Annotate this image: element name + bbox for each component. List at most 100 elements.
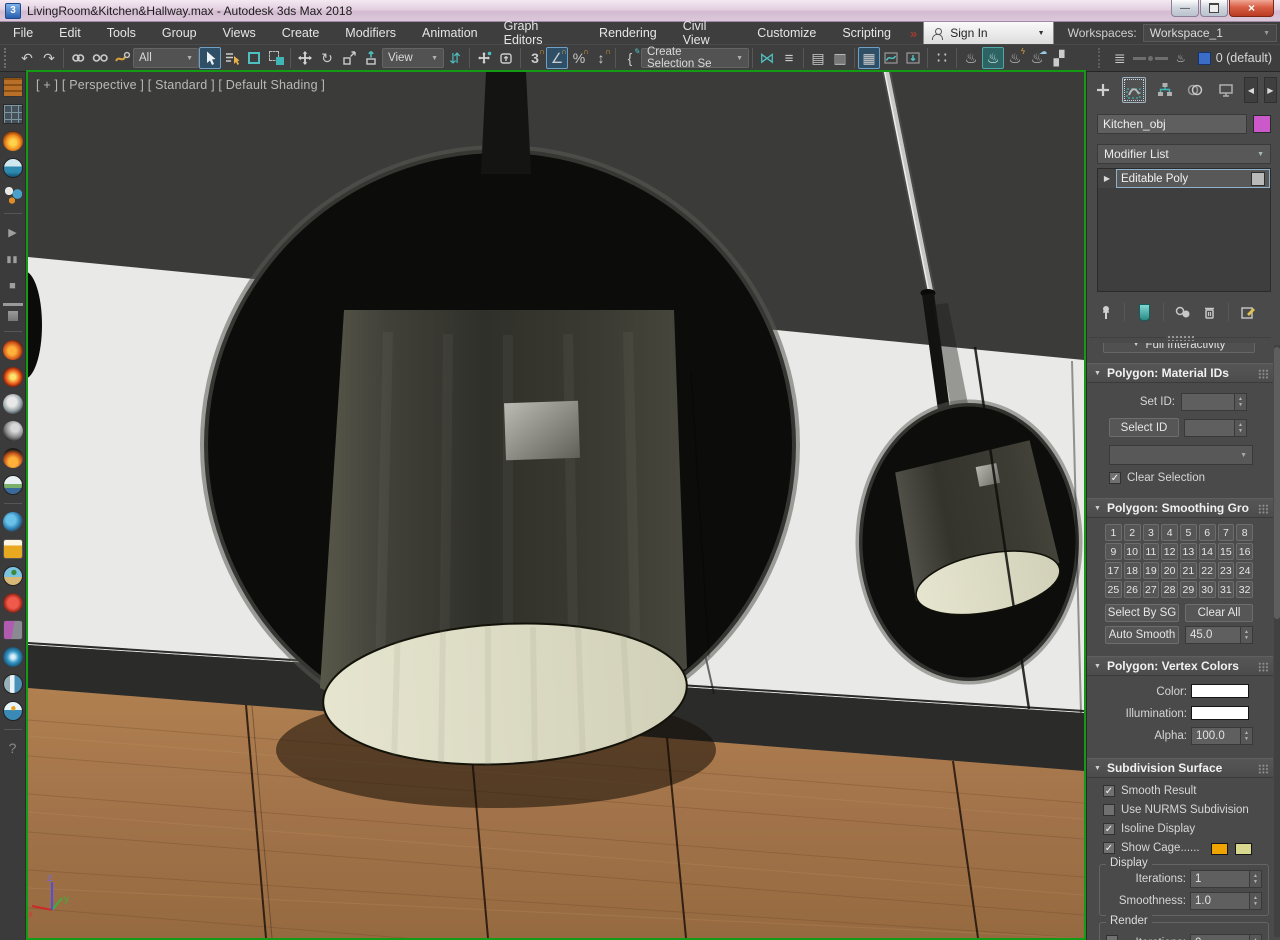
smoothing-group-button[interactable]: 6 <box>1199 524 1216 541</box>
rollout-grip-icon[interactable] <box>1258 369 1269 379</box>
menu-item[interactable]: File <box>0 22 46 44</box>
smoothing-group-button[interactable]: 13 <box>1180 543 1197 560</box>
modifier-toggle-icon[interactable] <box>1251 172 1265 186</box>
rollout-grip-icon[interactable] <box>1258 764 1269 774</box>
modifier-list-dropdown[interactable]: Modifier List ▼ <box>1097 144 1271 164</box>
smoothing-group-button[interactable]: 1 <box>1105 524 1122 541</box>
viewport-perspective[interactable]: x y z [ + ] [ Perspective ] [ Standard ]… <box>26 70 1086 940</box>
layer-explorer-icon[interactable]: ▥ <box>829 47 851 69</box>
layers-stack-icon[interactable]: ≣ <box>1109 47 1131 69</box>
smoothing-group-button[interactable]: 28 <box>1161 581 1178 598</box>
smoothing-group-button[interactable]: 8 <box>1236 524 1253 541</box>
select-manipulate-icon[interactable] <box>473 47 495 69</box>
smoothing-group-button[interactable]: 9 <box>1105 543 1122 560</box>
select-id-button[interactable]: Select ID <box>1109 418 1179 437</box>
tab-hierarchy[interactable] <box>1152 77 1177 103</box>
schematic-view-icon[interactable] <box>902 47 924 69</box>
menu-item[interactable]: Rendering <box>586 22 670 44</box>
spinner-snap-icon[interactable]: ↕∩ <box>590 47 612 69</box>
smoothing-group-button[interactable]: 29 <box>1180 581 1197 598</box>
show-cage-checkbox[interactable]: ✓ Show Cage...... <box>1103 842 1200 854</box>
isoline-display-checkbox[interactable]: ✓ Isoline Display <box>1103 823 1195 835</box>
select-move-icon[interactable] <box>294 47 316 69</box>
smoothing-group-button[interactable]: 32 <box>1236 581 1253 598</box>
scene-explorer-icon[interactable]: ▤ <box>807 47 829 69</box>
smoothness-spinner[interactable]: 1.0 ▲▼ <box>1190 892 1262 910</box>
tabs-scroll-left[interactable]: ◀ <box>1244 77 1257 103</box>
tab-motion[interactable] <box>1183 77 1208 103</box>
smoothing-group-button[interactable]: 16 <box>1236 543 1253 560</box>
clear-selection-checkbox[interactable]: ✓ Clear Selection <box>1109 472 1205 484</box>
menu-item[interactable]: Tools <box>94 22 149 44</box>
smoothing-group-button[interactable]: 31 <box>1218 581 1235 598</box>
sign-in-button[interactable]: Sign In ▼ <box>923 22 1053 44</box>
fire-preset-icon[interactable] <box>3 340 23 360</box>
rollout-grip-icon[interactable] <box>1258 504 1269 514</box>
smoothing-group-button[interactable]: 11 <box>1143 543 1160 560</box>
render-setup-icon[interactable]: ♨ <box>960 47 982 69</box>
make-unique-icon[interactable] <box>1173 302 1193 322</box>
tab-modify[interactable] <box>1122 77 1147 103</box>
grid-window-icon[interactable] <box>3 104 23 124</box>
clouds-preset-icon[interactable] <box>3 475 23 495</box>
reference-coordinate-dropdown[interactable]: View ▼ <box>382 48 444 68</box>
pin-stack-icon[interactable] <box>1095 302 1115 322</box>
explosion-preset-icon[interactable] <box>3 367 23 387</box>
duck-preset-icon[interactable] <box>3 701 23 721</box>
angle-snap-icon[interactable]: ∠∩ <box>546 47 568 69</box>
keyboard-override-icon[interactable] <box>495 47 517 69</box>
selection-filter-dropdown[interactable]: All ▼ <box>133 48 199 68</box>
select-scale-icon[interactable] <box>338 47 360 69</box>
clear-all-button[interactable]: Clear All <box>1185 604 1253 622</box>
smoothing-group-button[interactable]: 30 <box>1199 581 1216 598</box>
illumination-swatch[interactable] <box>1191 706 1249 720</box>
delete-sim-icon[interactable] <box>3 303 23 323</box>
object-name-field[interactable]: Kitchen_obj <box>1097 114 1247 134</box>
smoothing-group-button[interactable]: 20 <box>1161 562 1178 579</box>
render-iterations-spinner[interactable]: 0 ▲▼ <box>1190 934 1262 940</box>
menu-item[interactable]: Graph Editors <box>491 22 586 44</box>
named-selection-set-dropdown[interactable]: Create Selection Se ▼ <box>641 48 749 68</box>
bind-spacewarp-icon[interactable] <box>111 47 133 69</box>
smoothing-group-button[interactable]: 12 <box>1161 543 1178 560</box>
undo-icon[interactable]: ↶ <box>16 47 38 69</box>
expand-arrow-icon[interactable]: ▶ <box>1098 169 1116 188</box>
rollout-subdivision-surface[interactable]: ▼ Subdivision Surface <box>1087 758 1273 778</box>
edit-named-sets-icon[interactable]: {✎ <box>619 47 641 69</box>
wisp-preset-icon[interactable] <box>3 421 23 441</box>
render-production-icon[interactable]: ♨ϟ <box>1004 47 1026 69</box>
workspace-dropdown[interactable]: Workspace_1 ▼ <box>1143 24 1277 42</box>
smoothing-group-button[interactable]: 4 <box>1161 524 1178 541</box>
island-preset-icon[interactable] <box>3 566 23 586</box>
smoothing-group-button[interactable]: 24 <box>1236 562 1253 579</box>
percent-snap-icon[interactable]: %∩ <box>568 47 590 69</box>
smoothing-group-button[interactable]: 7 <box>1218 524 1235 541</box>
panel-splitter[interactable] <box>1089 337 1271 338</box>
splash-preset-icon[interactable] <box>3 512 23 532</box>
menu-item[interactable]: Edit <box>46 22 94 44</box>
shader-color-swatch[interactable] <box>1198 52 1211 65</box>
waterfall-preset-icon[interactable] <box>3 674 23 694</box>
play-sim-icon[interactable]: ▶ <box>3 222 23 242</box>
smoothing-group-button[interactable]: 25 <box>1105 581 1122 598</box>
mirror-icon[interactable]: ⋈ <box>756 47 778 69</box>
smoothing-group-button[interactable]: 5 <box>1180 524 1197 541</box>
rollout-vertex-colors[interactable]: ▼ Polygon: Vertex Colors <box>1087 656 1273 676</box>
toolbar-grip[interactable] <box>1098 48 1104 68</box>
cage-color-swatch-2[interactable] <box>1235 843 1252 855</box>
menu-item[interactable]: Customize <box>744 22 829 44</box>
smoothing-group-button[interactable]: 17 <box>1105 562 1122 579</box>
fire-sim-icon[interactable] <box>3 131 23 151</box>
rollout-material-ids[interactable]: ▼ Polygon: Material IDs <box>1087 363 1273 383</box>
smoothing-group-button[interactable]: 26 <box>1124 581 1141 598</box>
tab-create[interactable] <box>1091 77 1116 103</box>
set-id-spinner[interactable]: ▲▼ <box>1181 393 1247 411</box>
rectangular-selection-icon[interactable] <box>243 47 265 69</box>
curve-editor-icon[interactable] <box>880 47 902 69</box>
material-name-dropdown[interactable]: ▼ <box>1109 445 1253 465</box>
teapot-small-icon[interactable]: ♨ <box>1170 47 1192 69</box>
particles-icon[interactable] <box>3 185 23 205</box>
smoothing-group-button[interactable]: 3 <box>1143 524 1160 541</box>
menu-item[interactable]: Scripting <box>829 22 904 44</box>
smoothing-group-button[interactable]: 22 <box>1199 562 1216 579</box>
